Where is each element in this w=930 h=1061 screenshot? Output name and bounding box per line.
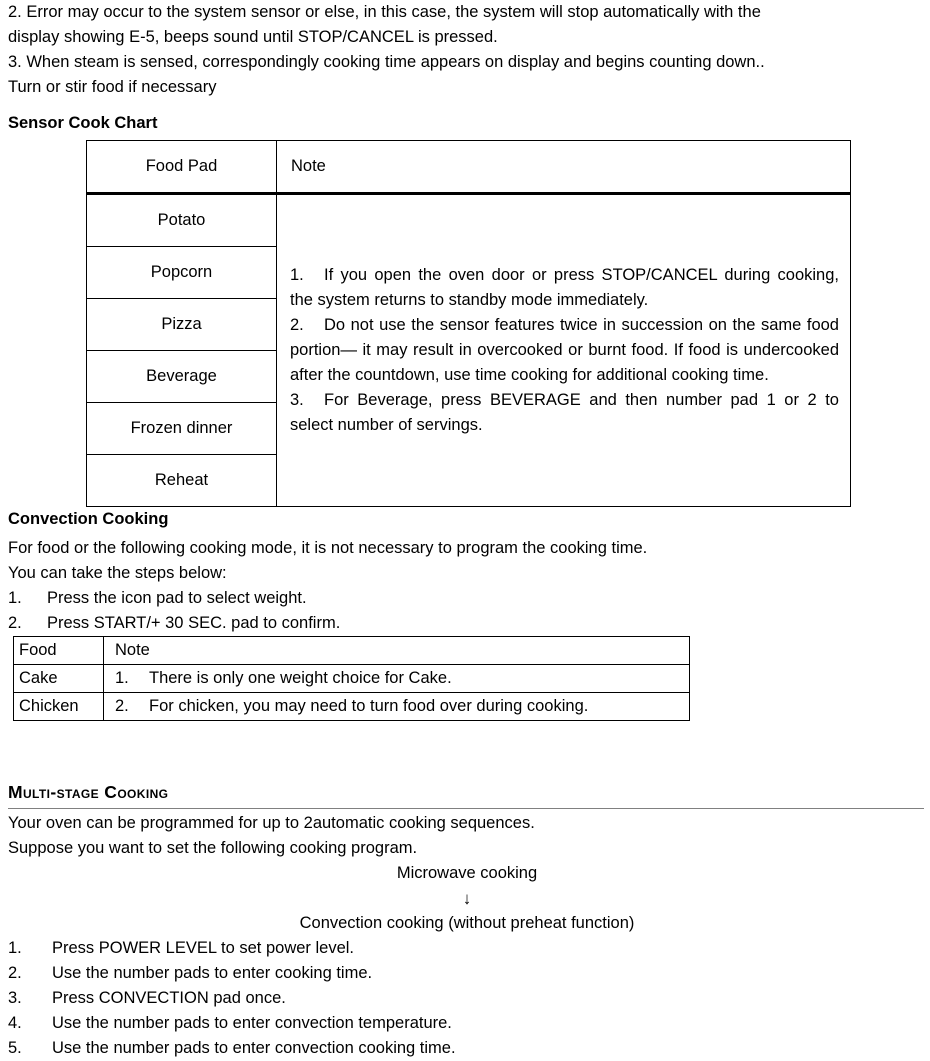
down-arrow-icon: ↓ (462, 889, 472, 908)
convection-paragraph-2: You can take the steps below: (8, 564, 227, 582)
food-row-reheat: Reheat (86, 454, 277, 507)
sensor-note-3-text: For Beverage, press BEVERAGE and then nu… (290, 391, 839, 434)
multistage-step-4: 4. Use the number pads to enter convectio… (8, 1011, 924, 1036)
intro-line-2: display showing E-5, beeps sound until S… (8, 28, 498, 46)
multistage-step-1-text: Press POWER LEVEL to set power level. (52, 939, 355, 957)
sensor-cook-chart-heading: Sensor Cook Chart (8, 114, 158, 132)
multistage-step-2-text: Use the number pads to enter cooking tim… (52, 964, 373, 982)
header-note: Note (276, 140, 851, 195)
sensor-note-3: 3. For Beverage, press BEVERAGE and then … (290, 388, 839, 438)
table-row: Cake 1. There is only one weight choice f… (13, 664, 690, 693)
convection-step-2-text: Press START/+ 30 SEC. pad to confirm. (47, 614, 341, 632)
conv-row-chicken-number: 2. (115, 697, 129, 715)
diagram-stage-1: Microwave cooking (396, 864, 538, 882)
food-row-popcorn: Popcorn (86, 246, 277, 299)
multistage-step-2-number: 2. (8, 964, 22, 982)
cooking-sequence-diagram: Microwave cooking ↓ Convection cooking (… (8, 861, 924, 936)
sensor-note-1-text: If you open the oven door or press STOP/… (290, 266, 839, 309)
food-row-beverage: Beverage (86, 350, 277, 403)
convection-food-note-table: Food Note Cake 1. There is only one weigh… (13, 636, 690, 721)
sensor-note-2-text: Do not use the sensor features twice in … (290, 316, 839, 384)
table-header-row: Food Note (13, 636, 690, 665)
intro-line-3: 3. When steam is sensed, correspondingly… (8, 53, 765, 71)
document-page: 2. Error may occur to the system sensor … (0, 0, 930, 1061)
intro-line-4: Turn or stir food if necessary (8, 78, 217, 96)
multistage-steps-list: 1. Press POWER LEVEL to set power level. … (8, 936, 924, 1061)
table-row: Potato 1. If you open the oven door or pr… (86, 193, 851, 507)
multistage-step-1: 1. Press POWER LEVEL to set power level. (8, 936, 924, 961)
convection-step-2: 2. Press START/+ 30 SEC. pad to confirm. (8, 611, 924, 636)
multistage-step-3: 3. Press CONVECTION pad once. (8, 986, 924, 1011)
convection-step-1: 1. Press the icon pad to select weight. (8, 586, 924, 611)
food-row-frozen-dinner: Frozen dinner (86, 402, 277, 455)
multistage-step-3-text: Press CONVECTION pad once. (52, 989, 286, 1007)
multistage-step-5-number: 5. (8, 1039, 22, 1057)
convection-step-1-number: 1. (8, 589, 22, 607)
sensor-cook-chart-table: Food Pad Note Potato 1. If you open the o… (86, 140, 851, 507)
intro-line-1: 2. Error may occur to the system sensor … (8, 3, 761, 21)
section-divider (8, 808, 924, 809)
conv-header-food: Food (13, 636, 104, 665)
intro-paragraph-block: 2. Error may occur to the system sensor … (8, 0, 924, 100)
sensor-note-1: 1. If you open the oven door or press STO… (290, 263, 839, 313)
conv-header-note: Note (103, 636, 690, 665)
sensor-note-1-number: 1. (290, 266, 304, 284)
multistage-step-5-text: Use the number pads to enter convection … (52, 1039, 456, 1057)
sensor-note-2-number: 2. (290, 316, 304, 334)
multistage-step-2: 2. Use the number pads to enter cooking t… (8, 961, 924, 986)
conv-row-chicken-note-text: For chicken, you may need to turn food o… (149, 697, 589, 715)
conv-row-chicken-food: Chicken (13, 692, 104, 721)
multi-stage-cooking-heading: Multi-stage Cooking (8, 782, 169, 802)
multistage-step-1-number: 1. (8, 939, 22, 957)
conv-row-cake-number: 1. (115, 669, 129, 687)
convection-steps-list: 1. Press the icon pad to select weight. 2… (8, 586, 924, 636)
food-row-potato: Potato (86, 193, 277, 247)
sensor-note-2: 2. Do not use the sensor features twice i… (290, 313, 839, 388)
convection-step-1-text: Press the icon pad to select weight. (47, 589, 307, 607)
multistage-step-4-number: 4. (8, 1014, 22, 1032)
multistage-paragraph-2: Suppose you want to set the following co… (8, 839, 418, 857)
conv-row-cake-food: Cake (13, 664, 104, 693)
convection-cooking-heading: Convection Cooking (8, 510, 169, 528)
conv-row-cake-note: 1. There is only one weight choice for Ca… (103, 664, 690, 693)
multistage-step-5: 5. Use the number pads to enter convectio… (8, 1036, 924, 1061)
diagram-stage-2: Convection cooking (without preheat func… (299, 914, 635, 932)
convection-step-2-number: 2. (8, 614, 22, 632)
table-header-row: Food Pad Note (86, 140, 851, 195)
food-row-pizza: Pizza (86, 298, 277, 351)
table-row: Chicken 2. For chicken, you may need to t… (13, 692, 690, 721)
multistage-step-4-text: Use the number pads to enter convection … (52, 1014, 452, 1032)
sensor-notes-cell: 1. If you open the oven door or press STO… (276, 193, 851, 507)
header-food-pad: Food Pad (86, 140, 277, 195)
sensor-note-3-number: 3. (290, 391, 304, 409)
conv-row-chicken-note: 2. For chicken, you may need to turn food… (103, 692, 690, 721)
conv-row-cake-note-text: There is only one weight choice for Cake… (149, 669, 452, 687)
multistage-paragraph-1: Your oven can be programmed for up to 2a… (8, 814, 535, 832)
multistage-step-3-number: 3. (8, 989, 22, 1007)
convection-paragraph-1: For food or the following cooking mode, … (8, 539, 648, 557)
